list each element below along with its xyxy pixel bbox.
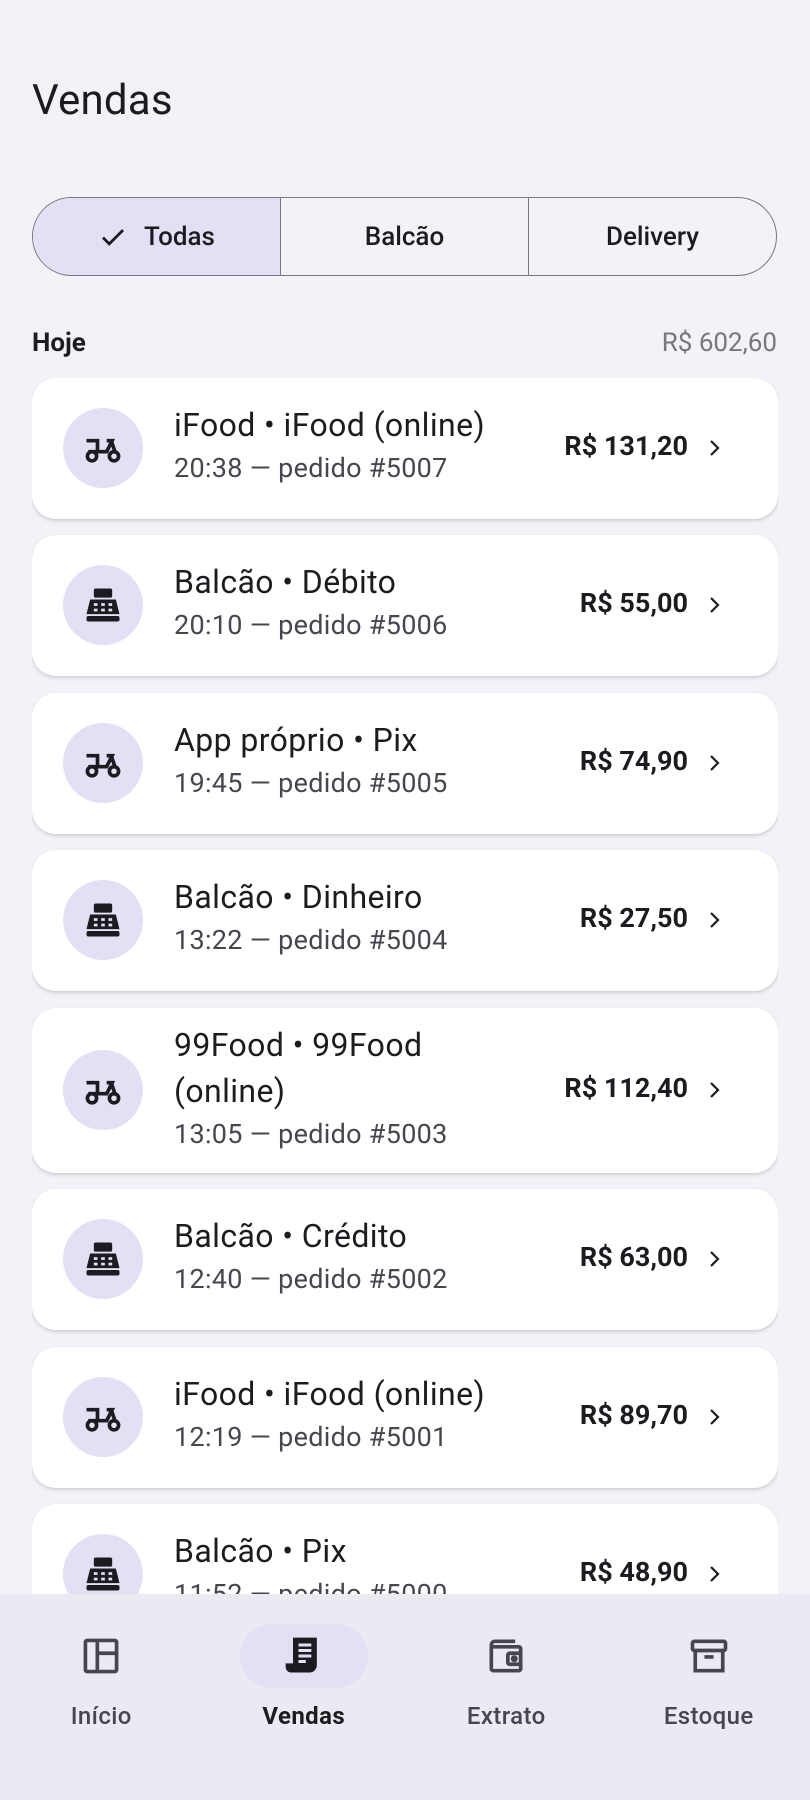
order-card[interactable]: App próprio • Pix 19:45 — pedido #5005 R… (32, 693, 778, 834)
nav-indicator (37, 1624, 165, 1688)
order-amount: R$ 48,90 (579, 1556, 688, 1588)
orders-list[interactable]: iFood • iFood (online) 20:38 — pedido #5… (32, 378, 778, 1594)
scooter-icon (85, 1080, 121, 1105)
avatar (63, 1219, 143, 1299)
section-total: R$ 602,60 (661, 328, 777, 358)
order-subtitle: 20:10 — pedido #5006 (174, 609, 448, 641)
filter-delivery-button[interactable]: Delivery (529, 198, 776, 275)
nav-label: Extrato (466, 1702, 546, 1730)
order-text: App próprio • Pix 19:45 — pedido #5005 (174, 717, 504, 803)
scooter-icon (85, 753, 121, 778)
filter-todas-label: Todas (144, 221, 215, 252)
order-title: App próprio • Pix (174, 721, 418, 759)
avatar (63, 880, 143, 960)
order-card[interactable]: Balcão • Crédito 12:40 — pedido #5002 R$… (32, 1189, 778, 1330)
chevron-right-icon (710, 912, 720, 928)
order-text: Balcão • Crédito 12:40 — pedido #5002 (174, 1213, 504, 1299)
order-amount: R$ 131,20 (564, 430, 688, 462)
nav-label: Início (70, 1702, 132, 1730)
order-amount: R$ 112,40 (564, 1072, 688, 1104)
order-title: Balcão • Crédito (174, 1217, 408, 1255)
sales-filter-segmented-button: Todas Balcão Delivery (32, 197, 777, 276)
order-title: Balcão • Pix (174, 1532, 347, 1570)
avatar (63, 1050, 143, 1130)
nav-item-extrato[interactable]: Extrato (405, 1594, 608, 1800)
order-subtitle: 13:05 — pedido #5003 (174, 1118, 448, 1150)
chevron-right-icon (710, 597, 720, 613)
scooter-icon (85, 438, 121, 463)
order-amount: R$ 63,00 (579, 1241, 688, 1273)
order-card[interactable]: iFood • iFood (online) 12:19 — pedido #5… (32, 1347, 778, 1488)
order-subtitle: 11:52 — pedido #5000 (174, 1578, 448, 1594)
chevron-right-icon (710, 1251, 720, 1267)
order-text: iFood • iFood (online) 12:19 — pedido #5… (174, 1371, 504, 1457)
order-amount: R$ 27,50 (579, 902, 688, 934)
order-title: Balcão • Dinheiro (174, 878, 423, 916)
chevron-right-icon (710, 755, 720, 771)
filter-balcao-label: Balcão (364, 221, 445, 252)
order-card[interactable]: Balcão • Débito 20:10 — pedido #5006 R$ … (32, 535, 778, 676)
order-amount: R$ 55,00 (579, 587, 688, 619)
order-subtitle: 20:38 — pedido #5007 (174, 452, 448, 484)
scooter-icon (85, 1407, 121, 1432)
bottom-navigation-bar: Início Vendas Extrato Estoque (0, 1594, 810, 1800)
chevron-right-icon (710, 1082, 720, 1098)
filter-delivery-label: Delivery (606, 221, 699, 252)
archive-box-icon (690, 1639, 728, 1673)
nav-indicator (239, 1624, 368, 1688)
check-icon (102, 228, 125, 246)
dashboard-icon (83, 1638, 119, 1674)
order-text: Balcão • Pix 11:52 — pedido #5000 (174, 1528, 504, 1594)
cash-register-icon (86, 1242, 120, 1276)
nav-label: Vendas (262, 1702, 346, 1730)
order-text: iFood • iFood (online) 20:38 — pedido #5… (174, 402, 504, 488)
section-header: Hoje R$ 602,60 (32, 326, 777, 360)
nav-item-inicio[interactable]: Início (0, 1594, 203, 1800)
order-text: Balcão • Dinheiro 13:22 — pedido #5004 (174, 874, 504, 960)
avatar (63, 408, 143, 488)
avatar (63, 1377, 143, 1457)
avatar (63, 565, 143, 645)
order-text: 99Food • 99Food (online) 13:05 — pedido … (174, 1022, 504, 1154)
order-card[interactable]: iFood • iFood (online) 20:38 — pedido #5… (32, 378, 778, 519)
order-subtitle: 19:45 — pedido #5005 (174, 767, 448, 799)
order-title: 99Food • 99Food (online) (174, 1026, 423, 1110)
chevron-right-icon (710, 1566, 720, 1582)
avatar (63, 723, 143, 803)
order-card[interactable]: 99Food • 99Food (online) 13:05 — pedido … (32, 1008, 778, 1173)
chevron-right-icon (710, 1409, 720, 1425)
filter-balcao-button[interactable]: Balcão (281, 198, 529, 275)
wallet-icon (489, 1639, 523, 1673)
order-card[interactable]: Balcão • Dinheiro 13:22 — pedido #5004 R… (32, 850, 778, 991)
receipt-icon (285, 1637, 317, 1673)
nav-item-vendas[interactable]: Vendas (203, 1594, 406, 1800)
order-subtitle: 12:19 — pedido #5001 (174, 1421, 448, 1453)
order-card[interactable]: Balcão • Pix 11:52 — pedido #5000 R$ 48,… (32, 1504, 778, 1594)
cash-register-icon (86, 588, 120, 622)
section-title: Hoje (32, 328, 86, 358)
order-text: Balcão • Débito 20:10 — pedido #5006 (174, 559, 504, 645)
nav-indicator (645, 1624, 773, 1688)
order-title: Balcão • Débito (174, 563, 397, 601)
nav-label: Estoque (663, 1702, 754, 1730)
avatar (63, 1534, 143, 1594)
order-subtitle: 13:22 — pedido #5004 (174, 924, 448, 956)
filter-todas-button[interactable]: Todas (33, 198, 281, 275)
page-title: Vendas (32, 76, 173, 125)
nav-item-estoque[interactable]: Estoque (608, 1594, 810, 1800)
order-subtitle: 12:40 — pedido #5002 (174, 1263, 448, 1295)
order-title: iFood • iFood (online) (174, 406, 486, 444)
order-amount: R$ 89,70 (579, 1399, 688, 1431)
order-amount: R$ 74,90 (579, 745, 688, 777)
nav-indicator (442, 1624, 570, 1688)
chevron-right-icon (710, 440, 720, 456)
order-title: iFood • iFood (online) (174, 1375, 486, 1413)
cash-register-icon (86, 903, 120, 937)
cash-register-icon (86, 1557, 120, 1591)
